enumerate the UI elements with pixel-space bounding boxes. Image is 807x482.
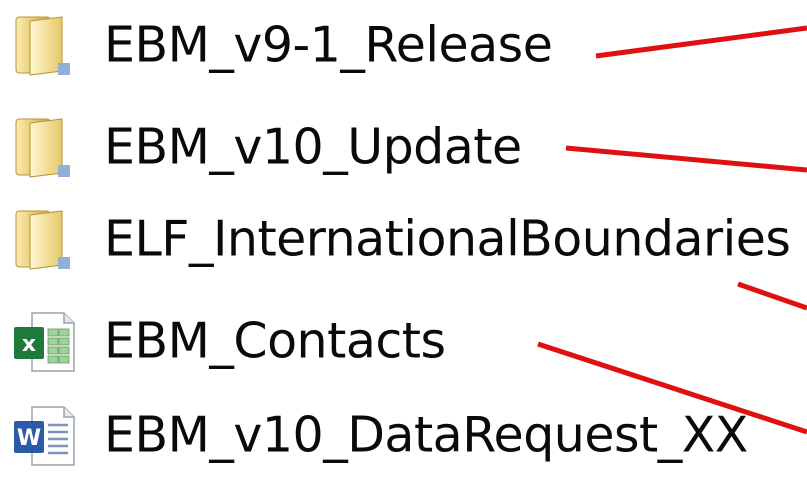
- file-list: EBM_v9-1_Release EBM_v10_Update ELF_Inte…: [0, 0, 807, 473]
- excel-file-icon: x: [14, 312, 75, 372]
- file-row-ebm-v10-update[interactable]: EBM_v10_Update: [0, 102, 807, 194]
- file-name: EBM_Contacts: [104, 312, 446, 370]
- file-name: EBM_v10_Update: [104, 118, 522, 176]
- svg-text:x: x: [22, 332, 36, 357]
- file-row-ebm-v9-1-release[interactable]: EBM_v9-1_Release: [0, 0, 807, 92]
- file-name: ELF_InternationalBoundaries: [104, 210, 791, 268]
- file-row-elf-internationalboundaries[interactable]: ELF_InternationalBoundaries: [0, 194, 807, 286]
- word-file-icon: W: [14, 406, 75, 466]
- svg-text:W: W: [17, 426, 41, 451]
- folder-icon: [15, 16, 70, 76]
- folder-icon: [15, 210, 70, 270]
- file-name: EBM_v9-1_Release: [104, 16, 553, 74]
- file-row-ebm-v10-datarequest-xx[interactable]: W EBM_v10_DataRequest_XX: [0, 390, 807, 482]
- file-name: EBM_v10_DataRequest_XX: [104, 406, 748, 464]
- folder-icon: [15, 118, 70, 178]
- file-row-ebm-contacts[interactable]: x EBM_Contacts: [0, 296, 807, 388]
